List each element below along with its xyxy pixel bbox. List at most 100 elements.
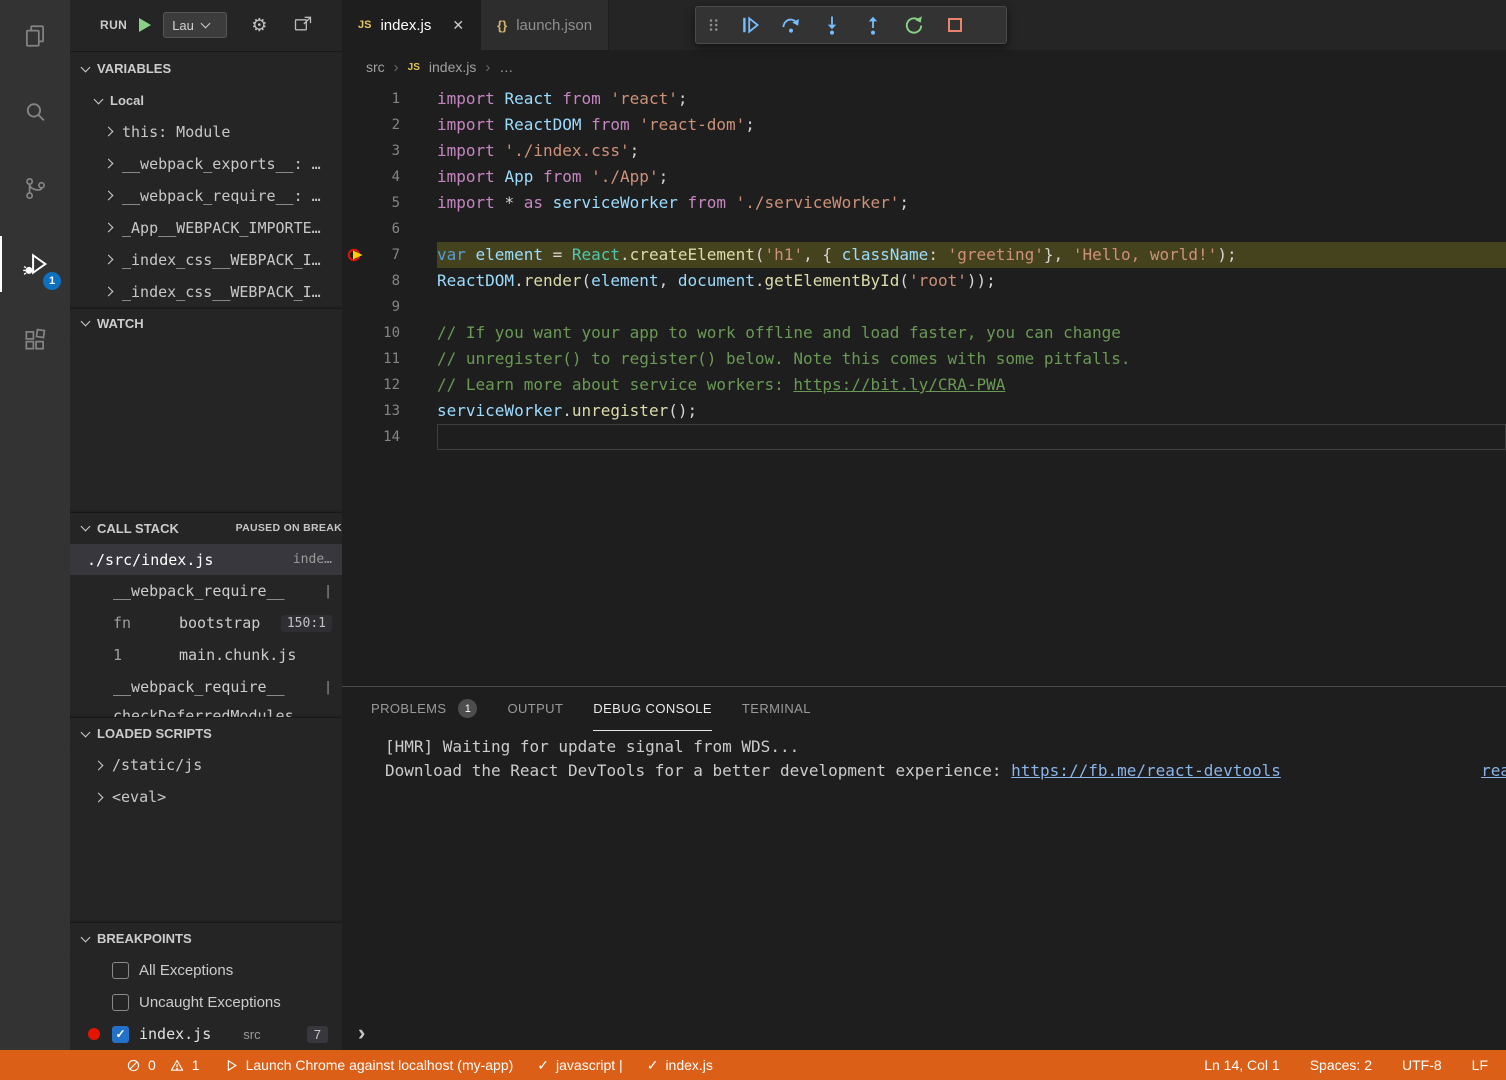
variable-item[interactable]: this: Module [70,116,342,148]
code-line[interactable]: 4import App from './App'; [342,164,1506,190]
code-line[interactable]: 3import './index.css'; [342,138,1506,164]
gutter[interactable]: 1 [342,86,437,112]
tab-problems[interactable]: PROBLEMS 1 [371,687,477,731]
problems-status[interactable]: 0 1 [126,1057,200,1073]
gutter[interactable]: 8 [342,268,437,294]
close-icon[interactable]: ✕ [452,17,464,34]
start-debug-icon[interactable] [139,18,151,32]
checkbox-checked[interactable] [112,1026,129,1043]
variable-item[interactable]: _index_css__WEBPACK_I… [70,244,342,276]
code-text[interactable]: // If you want your app to work offline … [437,320,1506,346]
variables-section-header[interactable]: VARIABLES [70,52,342,86]
breakpoints-section-header[interactable]: BREAKPOINTS [70,922,342,954]
code-text[interactable]: import React from 'react'; [437,86,1506,112]
tab-terminal[interactable]: TERMINAL [742,687,811,731]
stop-icon[interactable] [940,10,970,40]
call-stack-frame-clipped[interactable]: checkDeferredModules [70,703,342,717]
language-status[interactable]: javascript | [537,1057,622,1074]
code-line[interactable]: 7var element = React.createElement('h1',… [342,242,1506,268]
loaded-script-item[interactable]: <eval> [70,781,342,813]
code-text[interactable]: import ReactDOM from 'react-dom'; [437,112,1506,138]
call-stack-frame[interactable]: 1 main.chunk.js [70,639,342,671]
watch-section-header[interactable]: WATCH [70,308,342,338]
console-source-link[interactable]: rea [1481,759,1506,783]
console-link[interactable]: https://fb.me/react-devtools [1011,761,1281,780]
breakpoint-index-js[interactable]: index.js src 7 [70,1018,342,1050]
file-status[interactable]: index.js [647,1057,713,1074]
code-text[interactable]: import './index.css'; [437,138,1506,164]
tab-launch-json[interactable]: {} launch.json [481,0,609,50]
call-stack-frame[interactable]: fn bootstrap 150:1 [70,607,342,639]
gutter[interactable]: 2 [342,112,437,138]
gutter[interactable]: 11 [342,346,437,372]
breakpoint-uncaught-exceptions[interactable]: Uncaught Exceptions [70,986,342,1018]
activity-search-icon[interactable] [0,84,70,140]
tab-output[interactable]: OUTPUT [507,687,563,731]
variable-item[interactable]: __webpack_require__: … [70,180,342,212]
gutter[interactable]: 14 [342,424,437,450]
indentation-status[interactable]: Spaces: 2 [1310,1057,1372,1073]
gutter[interactable]: 3 [342,138,437,164]
debug-console-output[interactable]: [HMR] Waiting for update signal from WDS… [342,735,1506,783]
code-text[interactable] [437,216,1506,242]
checkbox-unchecked[interactable] [112,962,129,979]
code-text[interactable]: serviceWorker.unregister(); [437,398,1506,424]
activity-run-debug-icon[interactable]: 1 [0,236,70,292]
code-editor[interactable]: 1import React from 'react';2import React… [342,84,1506,686]
code-line[interactable]: 14 [342,424,1506,450]
gutter[interactable]: 7 [342,242,437,268]
breakpoint-all-exceptions[interactable]: All Exceptions [70,954,342,986]
debug-console-icon[interactable] [293,14,313,37]
gutter[interactable]: 6 [342,216,437,242]
step-into-icon[interactable] [817,10,847,40]
continue-icon[interactable] [735,10,765,40]
gutter[interactable]: 13 [342,398,437,424]
variable-item[interactable]: _index_css__WEBPACK_I… [70,276,342,308]
checkbox-unchecked[interactable] [112,994,129,1011]
code-line[interactable]: 11// unregister() to register() below. N… [342,346,1506,372]
loaded-scripts-section-header[interactable]: LOADED SCRIPTS [70,717,342,749]
restart-icon[interactable] [899,10,929,40]
code-line[interactable]: 9 [342,294,1506,320]
call-stack-frame[interactable]: __webpack_require__ | [70,671,342,703]
code-text[interactable]: import * as serviceWorker from './servic… [437,190,1506,216]
step-over-icon[interactable] [776,10,806,40]
code-line[interactable]: 5import * as serviceWorker from './servi… [342,190,1506,216]
cursor-position[interactable]: Ln 14, Col 1 [1204,1057,1280,1073]
variable-item[interactable]: __webpack_exports__: … [70,148,342,180]
code-line[interactable]: 6 [342,216,1506,242]
code-text[interactable]: // unregister() to register() below. Not… [437,346,1506,372]
launch-config-dropdown[interactable]: Lau [163,12,227,38]
code-line[interactable]: 1import React from 'react'; [342,86,1506,112]
gutter[interactable]: 12 [342,372,437,398]
code-line[interactable]: 2import ReactDOM from 'react-dom'; [342,112,1506,138]
gutter[interactable]: 9 [342,294,437,320]
breadcrumb-more[interactable]: … [499,59,513,75]
gutter[interactable]: 5 [342,190,437,216]
loaded-script-item[interactable]: /static/js [70,749,342,781]
gear-icon[interactable] [251,15,267,36]
code-text[interactable] [437,424,1506,450]
step-out-icon[interactable] [858,10,888,40]
encoding-status[interactable]: UTF-8 [1402,1057,1442,1073]
code-text[interactable]: // Learn more about service workers: htt… [437,372,1506,398]
console-input-prompt[interactable] [358,1020,382,1046]
breadcrumb[interactable]: src JS index.js … [342,50,1506,84]
activity-source-control-icon[interactable] [0,160,70,216]
call-stack-frame[interactable]: __webpack_require__ | [70,575,342,607]
breadcrumb-folder[interactable]: src [366,59,385,75]
tab-index-js[interactable]: JS index.js ✕ [342,0,481,50]
code-text[interactable]: ReactDOM.render(element, document.getEle… [437,268,1506,294]
code-line[interactable]: 8ReactDOM.render(element, document.getEl… [342,268,1506,294]
variables-scope-local[interactable]: Local [70,86,342,116]
gutter[interactable]: 10 [342,320,437,346]
call-stack-frame[interactable]: ./src/index.js inde… [70,544,342,576]
code-line[interactable]: 10// If you want your app to work offlin… [342,320,1506,346]
code-text[interactable] [437,294,1506,320]
eol-status[interactable]: LF [1472,1057,1488,1073]
code-text[interactable]: var element = React.createElement('h1', … [437,242,1506,268]
code-text[interactable]: import App from './App'; [437,164,1506,190]
code-line[interactable]: 13serviceWorker.unregister(); [342,398,1506,424]
gutter[interactable]: 4 [342,164,437,190]
activity-extensions-icon[interactable] [0,312,70,368]
